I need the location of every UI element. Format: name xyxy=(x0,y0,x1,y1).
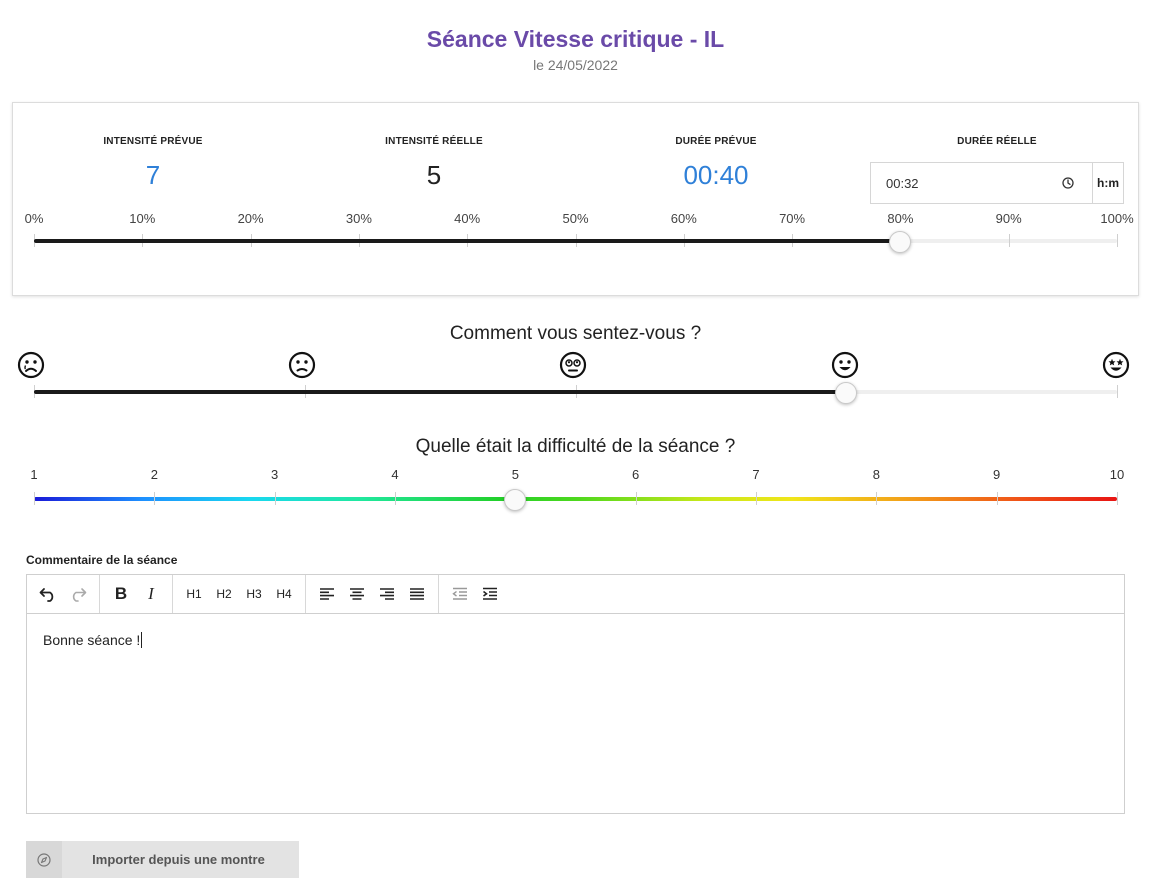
import-from-watch-button[interactable]: Importer depuis une montre xyxy=(26,841,299,878)
redo-icon[interactable] xyxy=(63,579,93,609)
feeling-slider-thumb[interactable] xyxy=(835,382,858,404)
heading-2-button[interactable]: H2 xyxy=(209,579,239,609)
planned-intensity-value: 7 xyxy=(145,160,161,190)
planned-duration-value: 00:40 xyxy=(683,160,749,190)
actual-duration-label: DURÉE RÉELLE xyxy=(957,136,1037,147)
align-justify-icon[interactable] xyxy=(402,579,432,609)
smile-face-icon[interactable] xyxy=(831,351,859,379)
completion-scale-label: 30% xyxy=(345,211,372,226)
completion-slider-fill xyxy=(34,239,901,243)
sad-face-icon[interactable] xyxy=(17,351,45,379)
actual-intensity-label: INTENSITÉ RÉELLE xyxy=(385,136,483,147)
indent-group xyxy=(439,575,511,613)
difficulty-scale-label: 10 xyxy=(1109,467,1125,482)
actual-intensity-value: 5 xyxy=(426,160,442,190)
difficulty-scale-label: 4 xyxy=(391,467,399,482)
difficulty-scale-tick xyxy=(275,492,276,505)
comment-text: Bonne séance ! xyxy=(43,632,141,648)
align-center-icon[interactable] xyxy=(342,579,372,609)
difficulty-scale-label: 7 xyxy=(752,467,760,482)
session-date: le 24/05/2022 xyxy=(533,57,618,73)
difficulty-scale-label: 6 xyxy=(632,467,640,482)
feeling-scale-tick xyxy=(1117,385,1118,398)
completion-scale-label: 70% xyxy=(779,211,806,226)
difficulty-slider-track xyxy=(34,497,1117,501)
feeling-slider-fill xyxy=(34,390,847,394)
frown-face-icon[interactable] xyxy=(288,351,316,379)
comment-text-area[interactable]: Bonne séance ! xyxy=(27,614,1124,666)
difficulty-scale-tick xyxy=(636,492,637,505)
heading-4-button[interactable]: H4 xyxy=(269,579,299,609)
difficulty-scale-tick xyxy=(756,492,757,505)
planned-duration-label: DURÉE PRÉVUE xyxy=(675,136,757,147)
heading-group: H1 H2 H3 H4 xyxy=(173,575,306,613)
completion-scale-label: 40% xyxy=(454,211,481,226)
completion-scale-label: 100% xyxy=(1100,211,1134,226)
actual-duration-input[interactable] xyxy=(871,163,1062,203)
text-caret xyxy=(141,632,143,648)
completion-scale-label: 0% xyxy=(24,211,44,226)
align-group xyxy=(306,575,439,613)
star-eyes-face-icon[interactable] xyxy=(1102,351,1130,379)
indent-icon[interactable] xyxy=(475,579,505,609)
page-title: Séance Vitesse critique - IL xyxy=(426,26,725,52)
compass-icon xyxy=(26,841,62,878)
difficulty-scale-tick xyxy=(1117,492,1118,505)
difficulty-scale-label: 1 xyxy=(30,467,38,482)
align-right-icon[interactable] xyxy=(372,579,402,609)
completion-scale-label: 60% xyxy=(670,211,697,226)
feeling-question: Comment vous sentez-vous ? xyxy=(449,323,702,344)
difficulty-scale-tick xyxy=(876,492,877,505)
history-group xyxy=(27,575,100,613)
planned-intensity-label: INTENSITÉ PRÉVUE xyxy=(103,136,203,147)
completion-scale-tick xyxy=(1117,234,1118,247)
completion-scale-label: 50% xyxy=(562,211,589,226)
outdent-icon[interactable] xyxy=(445,579,475,609)
neutral-face-icon[interactable] xyxy=(559,351,587,379)
heading-3-button[interactable]: H3 xyxy=(239,579,269,609)
difficulty-scale-tick xyxy=(154,492,155,505)
completion-scale-label: 20% xyxy=(237,211,264,226)
duration-unit-label: h:m xyxy=(1092,163,1123,203)
undo-icon[interactable] xyxy=(33,579,63,609)
difficulty-scale-tick xyxy=(395,492,396,505)
comment-editor: B I H1 H2 H3 H4 Bonne séance ! xyxy=(26,574,1125,814)
clock-icon[interactable] xyxy=(1062,175,1074,191)
difficulty-scale-label: 3 xyxy=(271,467,279,482)
bold-icon[interactable]: B xyxy=(106,579,136,609)
completion-scale-label: 90% xyxy=(995,211,1022,226)
difficulty-scale-label: 2 xyxy=(150,467,158,482)
comment-label: Commentaire de la séance xyxy=(26,553,178,567)
difficulty-scale-label: 8 xyxy=(872,467,880,482)
italic-icon[interactable]: I xyxy=(136,579,166,609)
completion-scale-tick xyxy=(1009,234,1010,247)
difficulty-slider-thumb[interactable] xyxy=(504,489,527,511)
heading-1-button[interactable]: H1 xyxy=(179,579,209,609)
align-left-icon[interactable] xyxy=(312,579,342,609)
import-button-label: Importer depuis une montre xyxy=(92,852,265,867)
difficulty-scale-tick xyxy=(34,492,35,505)
difficulty-scale-tick xyxy=(997,492,998,505)
difficulty-scale-label: 9 xyxy=(993,467,1001,482)
editor-toolbar: B I H1 H2 H3 H4 xyxy=(27,575,1124,614)
format-group: B I xyxy=(100,575,173,613)
difficulty-scale-label: 5 xyxy=(511,467,519,482)
difficulty-question: Quelle était la difficulté de la séance … xyxy=(415,436,736,457)
completion-scale-label: 80% xyxy=(887,211,914,226)
completion-scale-label: 10% xyxy=(129,211,156,226)
actual-duration-field: h:m xyxy=(870,162,1124,204)
